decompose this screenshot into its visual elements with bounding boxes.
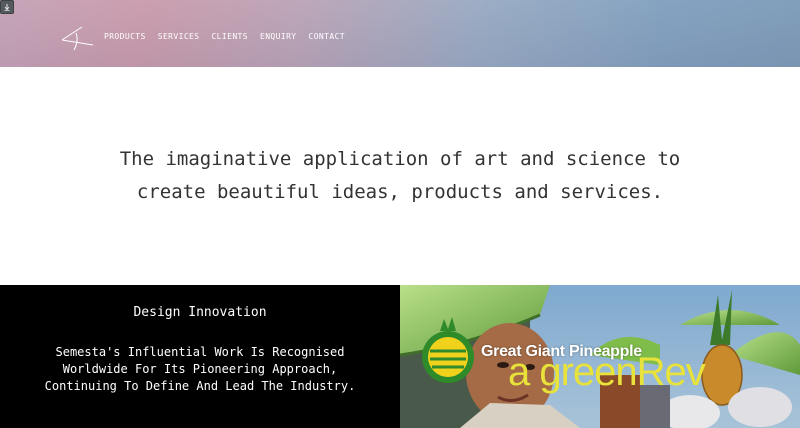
design-innovation-panel: Design Innovation Semesta's Influential …: [0, 285, 400, 428]
tagline-line-2: create beautiful ideas, products and ser…: [136, 181, 664, 203]
main-nav: PRODUCTS SERVICES CLIENTS ENQUIRY CONTAC…: [104, 32, 345, 41]
panel-body: Semesta's Influential Work Is Recognised…: [0, 344, 400, 395]
arrow-down-icon: [4, 4, 10, 11]
nav-clients[interactable]: CLIENTS: [211, 32, 248, 41]
panel-body-line-1: Semesta's Influential Work Is Recognised: [55, 345, 345, 359]
panel-heading: Design Innovation: [133, 305, 267, 320]
nav-products[interactable]: PRODUCTS: [104, 32, 146, 41]
nav-services[interactable]: SERVICES: [158, 32, 200, 41]
semesta-logo[interactable]: [60, 25, 96, 51]
nav-enquiry[interactable]: ENQUIRY: [260, 32, 297, 41]
nav-contact[interactable]: CONTACT: [309, 32, 346, 41]
expand-button[interactable]: [0, 0, 14, 14]
panel-body-line-2: Worldwide For Its Pioneering Approach,: [62, 362, 338, 376]
promo-slogan: a greenRev: [508, 350, 706, 394]
hero-tagline: The imaginative application of art and s…: [0, 143, 800, 209]
panel-body-line-3: Continuing To Define And Lead The Indust…: [44, 379, 356, 393]
tagline-line-1: The imaginative application of art and s…: [119, 148, 681, 170]
